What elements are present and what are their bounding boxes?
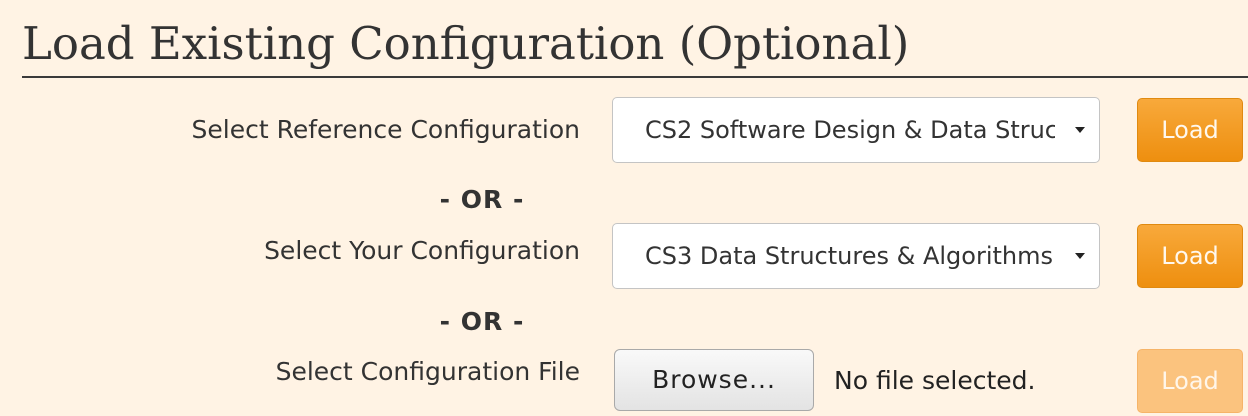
chevron-down-icon bbox=[1075, 253, 1085, 259]
config-file-label: Select Configuration File bbox=[275, 357, 580, 386]
page-title: Load Existing Configuration (Optional) bbox=[22, 17, 910, 70]
file-status-text: No file selected. bbox=[834, 366, 1036, 395]
your-config-select[interactable]: CS3 Data Structures & Algorithms bbox=[612, 223, 1100, 289]
your-config-label: Select Your Configuration bbox=[264, 236, 580, 265]
or-separator: - OR - bbox=[439, 185, 525, 214]
load-file-button[interactable]: Load bbox=[1137, 349, 1243, 413]
your-config-selected-value: CS3 Data Structures & Algorithms bbox=[645, 242, 1053, 270]
reference-config-label: Select Reference Configuration bbox=[191, 115, 580, 144]
chevron-down-icon bbox=[1075, 127, 1085, 133]
load-reference-button[interactable]: Load bbox=[1137, 98, 1243, 162]
load-your-config-button[interactable]: Load bbox=[1137, 224, 1243, 288]
or-separator: - OR - bbox=[439, 307, 525, 336]
browse-file-button[interactable]: Browse... bbox=[614, 349, 814, 411]
title-divider bbox=[22, 76, 1248, 78]
reference-config-selected-value: CS2 Software Design & Data Structures bbox=[645, 116, 1055, 144]
reference-config-select[interactable]: CS2 Software Design & Data Structures bbox=[612, 97, 1100, 163]
